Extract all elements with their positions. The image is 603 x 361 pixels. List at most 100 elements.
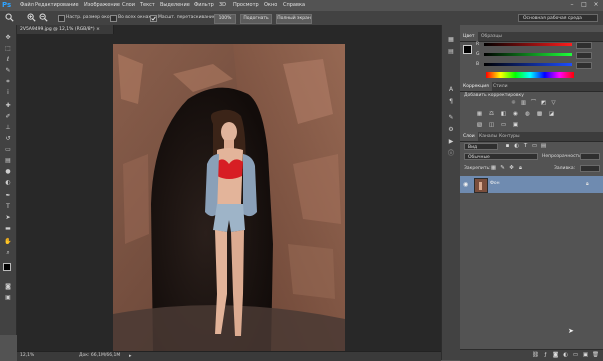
tab-swatches[interactable]: Образцы [478, 32, 505, 41]
brush-panel-icon[interactable]: ✎ [446, 113, 456, 122]
color-spectrum-ramp[interactable] [486, 72, 574, 78]
levels-icon[interactable]: ▥ [520, 100, 527, 107]
tab-adjustments[interactable]: Коррекция [460, 82, 492, 91]
blue-slider-track[interactable] [484, 63, 572, 66]
menu-edit[interactable]: Редактирование [35, 2, 79, 9]
maximize-button[interactable]: □ [578, 1, 590, 9]
delete-layer-icon[interactable]: 🗑︎ [592, 352, 599, 359]
all-windows-checkbox[interactable] [110, 15, 117, 22]
shape-tool-icon[interactable]: ▬ [3, 224, 13, 233]
zoom-tool-icon[interactable]: ⌕ [3, 248, 13, 257]
link-layers-icon[interactable]: ⛓ [532, 352, 539, 359]
close-button[interactable]: × [590, 1, 602, 9]
menu-type[interactable]: Текст [140, 2, 155, 9]
menu-select[interactable]: Выделение [160, 2, 190, 9]
exposure-icon[interactable]: ◩ [540, 100, 547, 107]
menu-view[interactable]: Просмотр [233, 2, 259, 9]
filter-adjustment-icon[interactable]: ◐ [513, 143, 520, 150]
filter-shape-icon[interactable]: ▭ [531, 143, 538, 150]
layer-style-icon[interactable]: ƒ [542, 352, 549, 359]
quick-select-tool-icon[interactable]: ✎ [3, 66, 13, 75]
clone-stamp-tool-icon[interactable]: ⊥ [3, 123, 13, 132]
brush-tool-icon[interactable]: ✐ [3, 112, 13, 121]
zoom-level[interactable]: 12,1% [20, 352, 34, 360]
filter-type-icon[interactable]: T [522, 143, 529, 150]
document-tab[interactable]: 2V5A9499.jpg @ 12,1% (RGB/8*) × [17, 25, 114, 34]
color-lookup-icon[interactable]: ▩ [536, 111, 543, 118]
lasso-tool-icon[interactable]: ℓ [3, 55, 13, 64]
foreground-color-swatch[interactable] [3, 263, 11, 271]
eraser-tool-icon[interactable]: ▭ [3, 145, 13, 154]
menu-layers[interactable]: Слои [122, 2, 135, 9]
threshold-icon[interactable]: ◫ [488, 122, 495, 129]
scrubby-zoom-checkbox[interactable] [150, 15, 157, 22]
green-slider-track[interactable] [484, 53, 572, 56]
red-value-field[interactable] [576, 42, 592, 49]
gradient-map-icon[interactable]: ▭ [500, 122, 507, 129]
tab-paths[interactable]: Контуры [496, 132, 523, 141]
menu-3d[interactable]: 3D [219, 2, 226, 9]
gradient-tool-icon[interactable]: ▤ [3, 156, 13, 165]
new-layer-icon[interactable]: ▣ [582, 352, 589, 359]
eye-icon[interactable]: ◉ [463, 181, 470, 188]
color-panel-foreground-swatch[interactable] [463, 45, 472, 54]
hand-tool-icon[interactable]: ✋ [3, 237, 13, 246]
quick-mask-icon[interactable]: ◙ [3, 282, 13, 291]
lock-image-icon[interactable]: ✎ [499, 165, 506, 172]
type-tool-icon[interactable]: T [3, 202, 13, 211]
zoom-out-icon[interactable] [38, 13, 48, 22]
new-adjustment-icon[interactable]: ◐ [562, 352, 569, 359]
layer-row-background[interactable]: ◉ Фон 🔒︎ [460, 176, 603, 193]
menu-window[interactable]: Окно [264, 2, 277, 9]
lock-position-icon[interactable]: ✥ [508, 165, 515, 172]
layer-kind-filter[interactable]: Вид [464, 143, 498, 150]
crop-tool-icon[interactable]: ⌗ [3, 77, 13, 86]
vibrance-icon[interactable]: ▽ [550, 100, 557, 107]
invert-icon[interactable]: ◪ [548, 111, 555, 118]
tool-presets-icon[interactable]: ⚙ [446, 125, 456, 134]
info-panel-icon[interactable]: ⓘ [446, 149, 456, 158]
menu-file[interactable]: Файл [20, 2, 34, 9]
tab-styles[interactable]: Стили [490, 82, 511, 91]
menu-help[interactable]: Справка [283, 2, 305, 9]
lock-all-icon[interactable]: 🔒︎ [517, 165, 524, 172]
zoom-in-icon[interactable] [26, 13, 36, 22]
menu-image[interactable]: Изображение [84, 2, 120, 9]
brightness-contrast-icon[interactable]: ☼ [510, 100, 517, 107]
red-slider-track[interactable] [484, 43, 572, 46]
actions-panel-icon[interactable]: ▶ [446, 137, 456, 146]
fill-screen-button[interactable]: Полный экран [276, 14, 312, 24]
history-brush-tool-icon[interactable]: ↺ [3, 134, 13, 143]
marquee-tool-icon[interactable]: ⬚ [3, 44, 13, 53]
minimize-button[interactable]: – [566, 1, 578, 9]
properties-panel-icon[interactable]: ▤ [446, 47, 456, 56]
photo-filter-icon[interactable]: ◉ [512, 111, 519, 118]
layer-name[interactable]: Фон [490, 181, 500, 186]
blur-tool-icon[interactable]: ● [3, 167, 13, 176]
curves-icon[interactable]: ⌒ [530, 100, 537, 107]
filter-smart-object-icon[interactable]: ▤ [540, 143, 547, 150]
black-white-icon[interactable]: ◧ [500, 111, 507, 118]
lock-transparent-icon[interactable]: ▦ [490, 165, 497, 172]
new-group-icon[interactable]: ▭ [572, 352, 579, 359]
red-slider[interactable]: R [476, 42, 602, 49]
fit-screen-button[interactable]: Подогнать [240, 14, 272, 24]
eyedropper-tool-icon[interactable]: ⅰ [3, 88, 13, 97]
selective-color-icon[interactable]: ▣ [512, 122, 519, 129]
path-selection-tool-icon[interactable]: ➤ [3, 213, 13, 222]
green-value-field[interactable] [576, 52, 592, 59]
blend-mode-select[interactable]: Обычные [464, 153, 538, 160]
history-panel-icon[interactable]: ▦ [446, 35, 456, 44]
add-mask-icon[interactable]: ◙ [552, 352, 559, 359]
status-arrow-icon[interactable]: ▸ [129, 352, 132, 360]
green-slider[interactable]: G [476, 52, 602, 59]
menu-filter[interactable]: Фильтр [194, 2, 214, 9]
tab-color[interactable]: Цвет [460, 32, 478, 41]
blue-slider[interactable]: B [476, 62, 602, 69]
pen-tool-icon[interactable]: ✒ [3, 191, 13, 200]
screen-mode-icon[interactable]: ▣ [3, 293, 13, 302]
workspace-select[interactable]: Основная рабочая среда [518, 14, 598, 22]
resize-windows-checkbox[interactable] [58, 15, 65, 22]
hue-saturation-icon[interactable]: ▦ [476, 111, 483, 118]
channel-mixer-icon[interactable]: ◍ [524, 111, 531, 118]
